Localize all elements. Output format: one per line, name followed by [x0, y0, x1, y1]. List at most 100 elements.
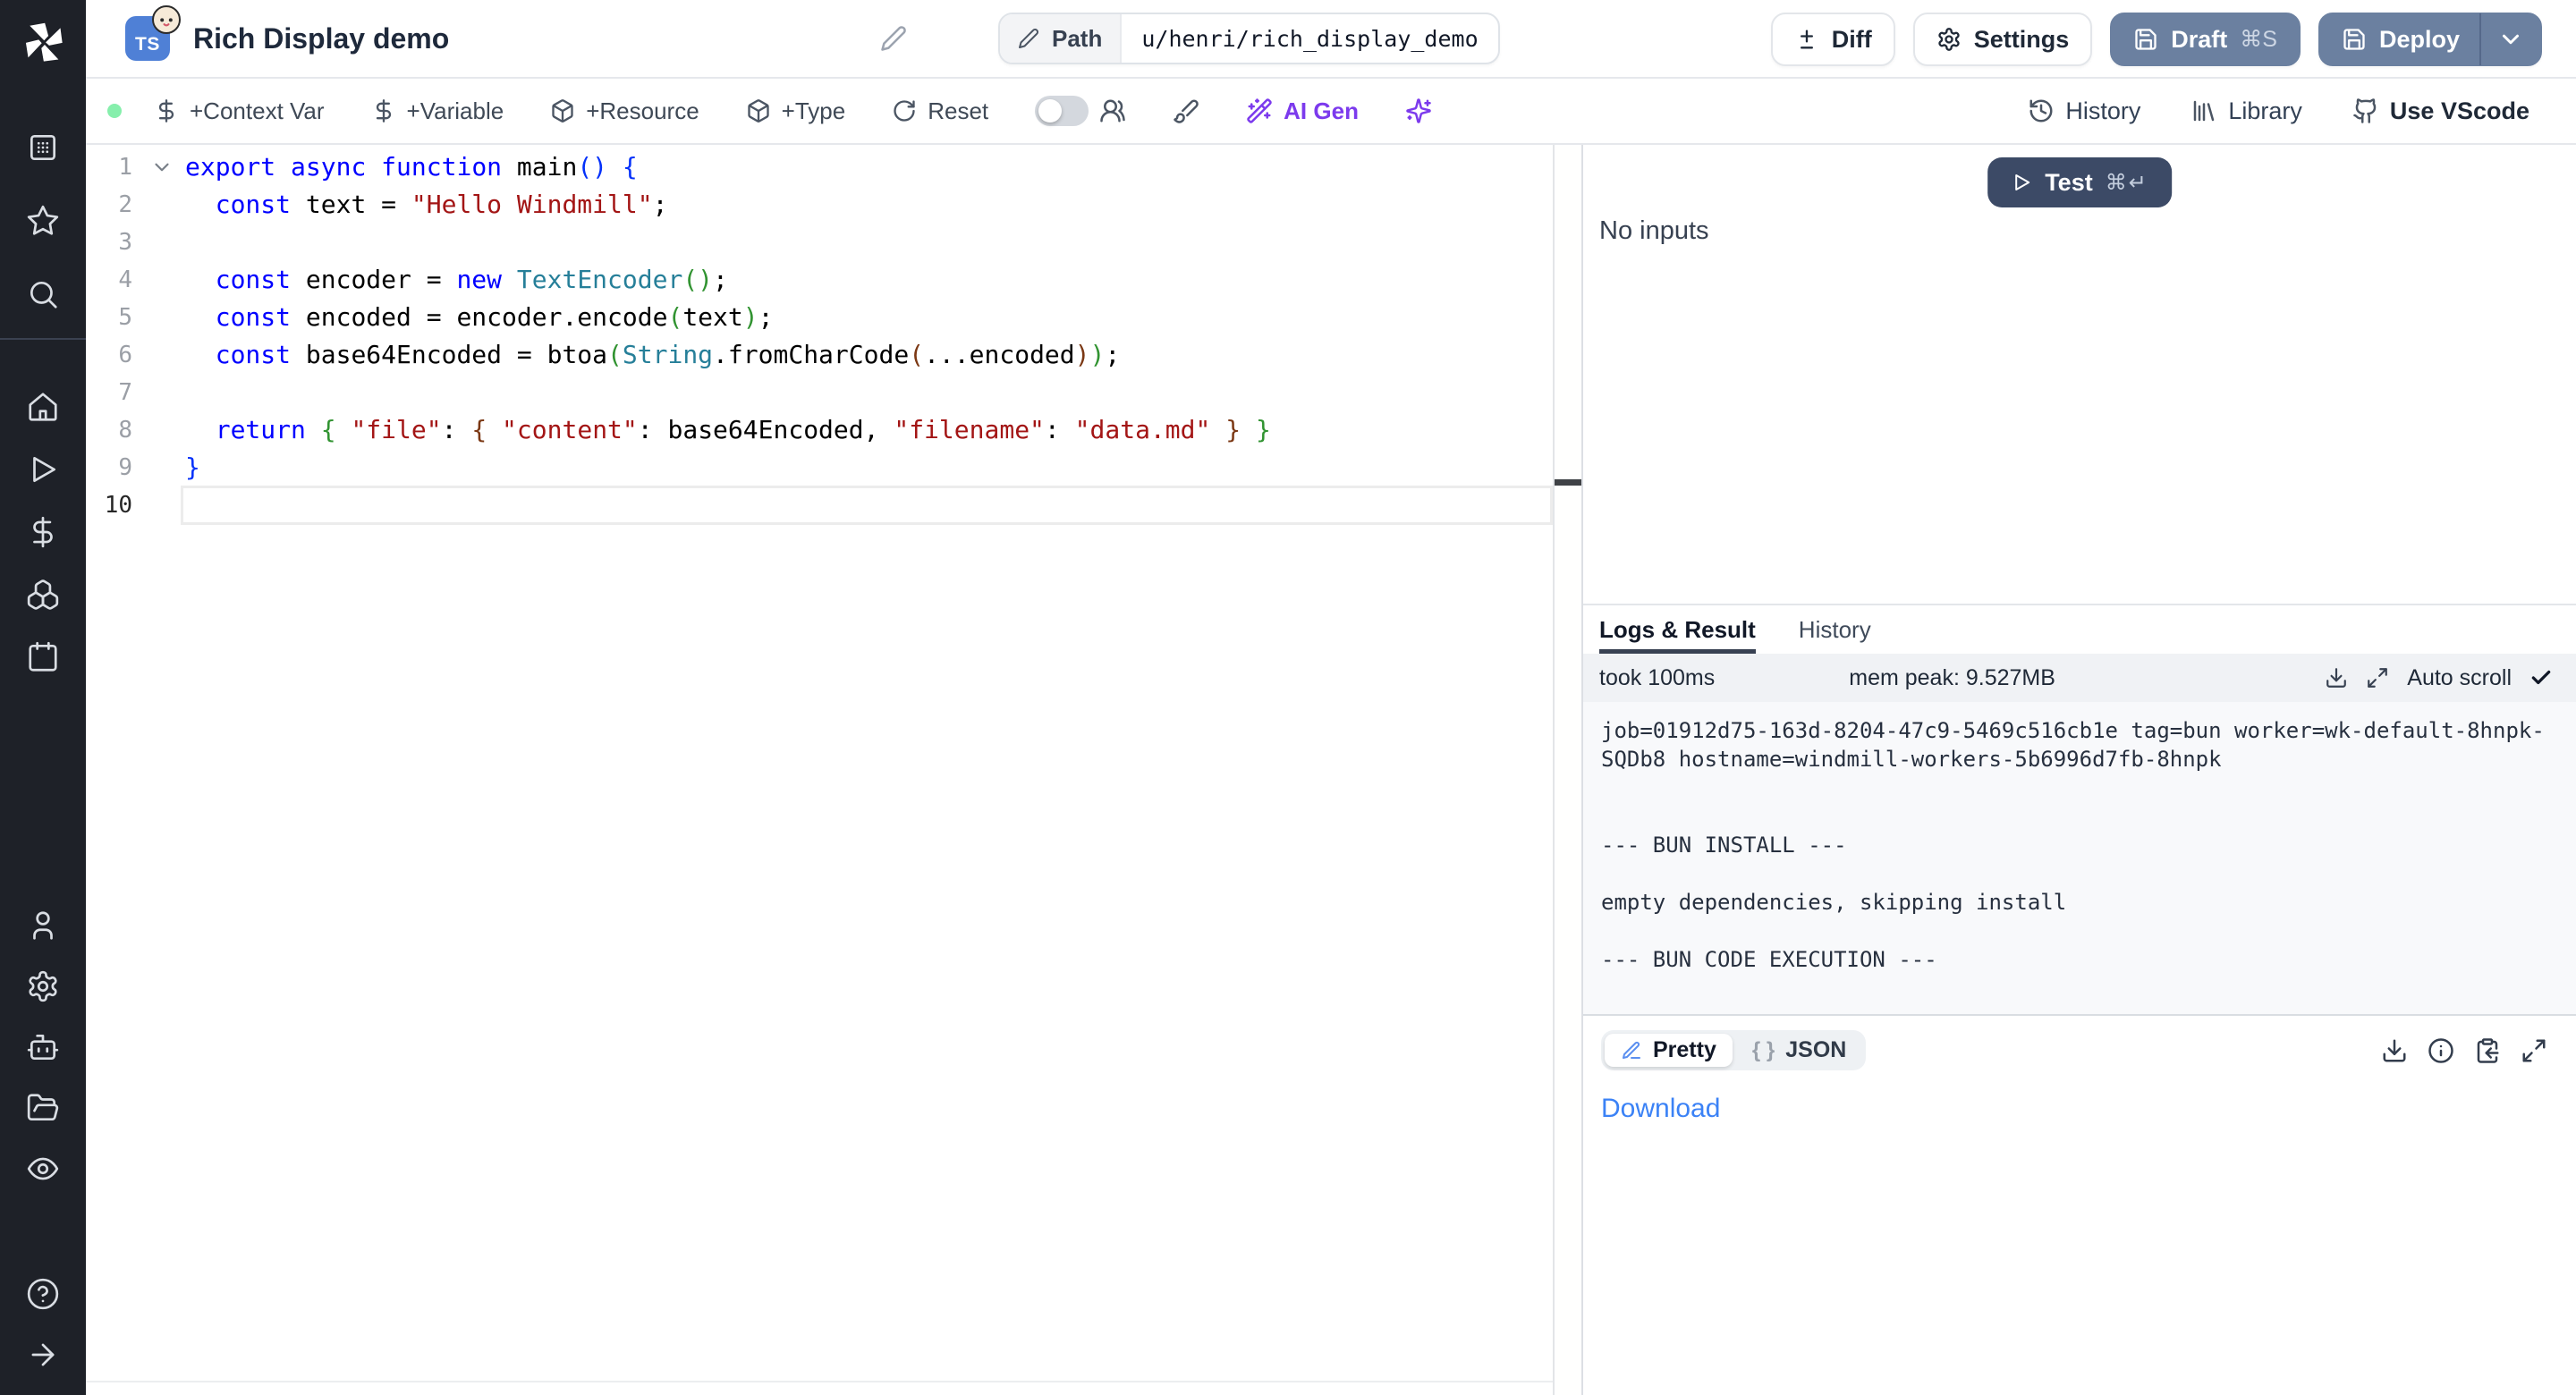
code-line[interactable]: export async function main() { — [185, 148, 1553, 186]
history-label: History — [2065, 97, 2140, 125]
main-area: TS Rich Display demo Path u/henri/rich_d… — [86, 0, 2576, 1395]
info-icon[interactable] — [2428, 1037, 2454, 1064]
sidebar-item-users[interactable] — [26, 909, 60, 943]
chevron-down-icon[interactable] — [2497, 26, 2524, 53]
code-line[interactable]: } — [185, 449, 1553, 486]
code-editor[interactable]: 12345678910 export async function main()… — [86, 145, 1581, 1395]
download-file-link[interactable]: Download — [1601, 1094, 1720, 1124]
code-lines[interactable]: export async function main() { const tex… — [185, 148, 1553, 524]
refresh-icon — [892, 98, 917, 123]
code-line[interactable] — [185, 224, 1553, 261]
toggle-knob — [1038, 99, 1062, 123]
download-logs-icon[interactable] — [2325, 666, 2348, 689]
editor-toolbar: +Context Var +Variable +Resource +Type R… — [86, 79, 2576, 145]
sidebar-item-workers[interactable] — [26, 1030, 60, 1064]
multiplayer-toggle[interactable] — [1035, 96, 1089, 126]
sidebar-item-variables[interactable] — [26, 515, 60, 549]
expand-result-icon[interactable] — [2521, 1037, 2547, 1064]
ai-gen-button[interactable]: AI Gen — [1246, 97, 1359, 125]
add-variable-label: +Variable — [407, 97, 504, 125]
add-type-button[interactable]: +Type — [746, 97, 846, 125]
expand-logs-icon[interactable] — [2366, 666, 2389, 689]
wand-sparkles-icon — [1246, 97, 1273, 124]
content: 12345678910 export async function main()… — [86, 145, 2576, 1395]
reset-label: Reset — [928, 97, 988, 125]
download-result-icon[interactable] — [2381, 1037, 2408, 1064]
line-number: 4 — [86, 261, 132, 299]
resources-icon — [26, 578, 60, 612]
settings-button[interactable]: Settings — [1913, 13, 2093, 66]
library-icon — [2190, 97, 2217, 124]
view-json-tab[interactable]: { } JSON — [1736, 1034, 1862, 1067]
inputs-section: Test ⌘↵ No inputs — [1583, 145, 2576, 604]
add-context-var-button[interactable]: +Context Var — [154, 97, 325, 125]
code-line[interactable] — [185, 374, 1553, 411]
sidebar-item-workspace[interactable] — [26, 131, 60, 165]
folders-icon — [26, 1091, 60, 1125]
path-field[interactable]: Path u/henri/rich_display_demo — [998, 13, 1500, 64]
editor-bottom-divider — [86, 1381, 1553, 1382]
auto-scroll-label[interactable]: Auto scroll — [2407, 665, 2512, 691]
windmill-logo-icon[interactable] — [19, 18, 67, 66]
deploy-button[interactable]: Deploy — [2318, 13, 2542, 66]
sidebar-item-resources[interactable] — [26, 578, 60, 612]
path-value[interactable]: u/henri/rich_display_demo — [1122, 14, 1497, 63]
use-vscode-button[interactable]: Use VScode — [2352, 97, 2529, 125]
test-label: Test — [2045, 169, 2093, 197]
topbar: TS Rich Display demo Path u/henri/rich_d… — [86, 0, 2576, 79]
line-number: 8 — [86, 411, 132, 449]
history-button[interactable]: History — [2028, 97, 2140, 125]
save-icon — [2133, 27, 2158, 52]
code-line[interactable]: const encoder = new TextEncoder(); — [185, 261, 1553, 299]
sidebar-item-favorites[interactable] — [26, 204, 60, 238]
tab-history[interactable]: History — [1799, 605, 1871, 654]
sparkles-icon — [1405, 97, 1432, 124]
fold-chevron-icon[interactable] — [150, 156, 174, 179]
clipboard-copy-icon[interactable] — [2474, 1037, 2501, 1064]
bun-runtime-icon — [152, 5, 181, 34]
deploy-button-divider — [2479, 13, 2481, 65]
check-icon[interactable] — [2529, 666, 2553, 689]
reset-button[interactable]: Reset — [892, 97, 988, 125]
favorites-icon — [26, 204, 60, 238]
code-line[interactable]: return { "file": { "content": base64Enco… — [185, 411, 1553, 449]
draft-button[interactable]: Draft ⌘S — [2110, 13, 2301, 66]
multiplayer-users-icon[interactable] — [1099, 97, 1126, 124]
run-panel: Test ⌘↵ No inputs Logs & Result History … — [1581, 145, 2576, 1395]
sync-status-dot — [107, 104, 122, 118]
view-pretty-tab[interactable]: Pretty — [1605, 1034, 1733, 1067]
sidebar-item-schedules[interactable] — [26, 640, 60, 674]
format-code-button[interactable] — [1173, 97, 1199, 124]
code-line[interactable]: const encoded = encoder.encode(text); — [185, 299, 1553, 336]
test-button[interactable]: Test ⌘↵ — [1987, 157, 2172, 207]
library-button[interactable]: Library — [2190, 97, 2302, 125]
sidebar-item-settings[interactable] — [26, 969, 60, 1003]
help-icon — [26, 1277, 60, 1311]
results-tabbar: Logs & Result History — [1583, 605, 2576, 654]
result-actions — [2381, 1037, 2558, 1064]
edit-title-pencil-icon[interactable] — [880, 25, 907, 52]
sidebar-item-runs[interactable] — [26, 452, 60, 486]
code-line[interactable] — [185, 486, 1553, 524]
code-line[interactable]: const base64Encoded = btoa(String.fromCh… — [185, 336, 1553, 374]
tab-logs-result[interactable]: Logs & Result — [1599, 605, 1756, 654]
sidebar-item-search[interactable] — [26, 277, 60, 311]
sidebar-item-audit-logs[interactable] — [26, 1152, 60, 1186]
sidebar-item-home[interactable] — [26, 390, 60, 424]
diff-button[interactable]: Diff — [1771, 13, 1895, 66]
ai-sparkles-button[interactable] — [1405, 97, 1432, 124]
job-logs[interactable]: job=01912d75-163d-8204-47c9-5469c516cb1e… — [1583, 702, 2576, 1014]
add-resource-button[interactable]: +Resource — [550, 97, 699, 125]
add-variable-button[interactable]: +Variable — [371, 97, 504, 125]
minimap[interactable] — [1553, 145, 1581, 1395]
sidebar-item-folders[interactable] — [26, 1091, 60, 1125]
users-icon — [26, 909, 60, 943]
line-number: 2 — [86, 186, 132, 224]
sidebar-item-help[interactable] — [26, 1277, 60, 1311]
test-shortcut: ⌘↵ — [2106, 170, 2148, 196]
line-number: 6 — [86, 336, 132, 374]
pretty-label: Pretty — [1653, 1037, 1716, 1063]
sidebar-item-collapse[interactable] — [26, 1338, 60, 1372]
diff-icon — [1794, 27, 1819, 52]
code-line[interactable]: const text = "Hello Windmill"; — [185, 186, 1553, 224]
